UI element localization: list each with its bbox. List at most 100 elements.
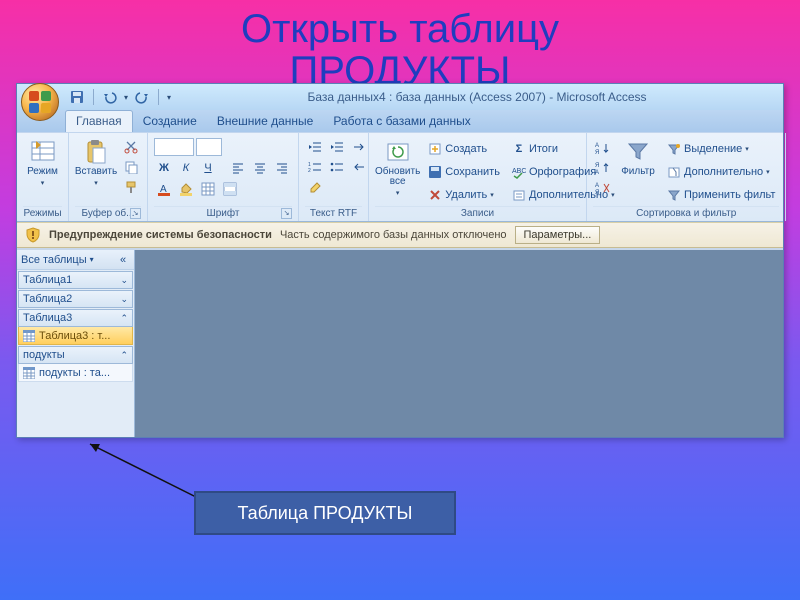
group-font: Ж К Ч A Шрифт↘ — [148, 133, 299, 221]
font-color-button[interactable]: A — [154, 180, 174, 198]
group-label-richtext: Текст RTF — [305, 206, 362, 221]
workspace: Все таблицы▾« Таблица1⌄ Таблица2⌄ Таблиц… — [17, 250, 783, 437]
undo-icon[interactable] — [102, 89, 118, 105]
filter-button[interactable]: Фильтр — [617, 135, 659, 177]
font-name-combo[interactable] — [154, 138, 194, 156]
bulleted-list-button[interactable] — [327, 158, 347, 176]
spellcheck-icon: ABC — [512, 165, 526, 179]
new-icon — [428, 142, 442, 156]
dialog-launcher-icon[interactable]: ↘ — [281, 208, 292, 219]
security-message: Часть содержимого базы данных отключено — [280, 229, 507, 241]
chevron-down-icon: ▾ — [396, 189, 400, 197]
ltr-button[interactable] — [349, 138, 369, 156]
toggle-filter-button[interactable]: Применить фильт — [663, 185, 779, 205]
numbered-list-button[interactable]: 12 — [305, 158, 325, 176]
navigation-pane: Все таблицы▾« Таблица1⌄ Таблица2⌄ Таблиц… — [17, 250, 135, 437]
tab-create[interactable]: Создание — [133, 111, 207, 132]
svg-text:А: А — [595, 143, 599, 149]
nav-category-table1[interactable]: Таблица1⌄ — [18, 271, 133, 289]
highlight-button[interactable] — [305, 178, 325, 196]
chevron-down-icon: ⌄ — [120, 294, 128, 305]
refresh-all-button[interactable]: Обновить все ▾ — [375, 135, 420, 197]
paste-icon — [83, 139, 109, 165]
gridlines-button[interactable] — [198, 180, 218, 198]
nav-item-products[interactable]: подукты : та... — [18, 364, 133, 382]
alt-row-color-button[interactable] — [220, 180, 240, 198]
svg-text:Я: Я — [595, 163, 599, 169]
access-window: ▾ ▾ База данных4 : база данных (Access 2… — [16, 83, 784, 438]
increase-indent-button[interactable] — [327, 138, 347, 156]
group-label-views: Режимы — [23, 206, 62, 221]
paste-button[interactable]: Вставить ▾ — [75, 135, 117, 187]
group-richtext: 12 Текст RTF — [299, 133, 369, 221]
svg-text:А: А — [595, 170, 599, 175]
save-icon — [428, 165, 442, 179]
save-icon[interactable] — [69, 89, 85, 105]
dialog-launcher-icon[interactable]: ↘ — [130, 208, 141, 219]
group-records: Обновить все ▾ Создать Сохранить Удалить… — [369, 133, 587, 221]
tab-external-data[interactable]: Внешние данные — [207, 111, 324, 132]
clear-sort-button[interactable]: АЯ — [593, 179, 613, 197]
selection-filter-button[interactable]: Выделение▾ — [663, 139, 779, 159]
advanced-filter-button[interactable]: Дополнительно▾ — [663, 162, 779, 182]
refresh-icon — [385, 139, 411, 165]
view-button[interactable]: Режим ▾ — [23, 135, 62, 187]
nav-category-table2[interactable]: Таблица2⌄ — [18, 290, 133, 308]
security-warning-bar: Предупреждение системы безопасности Част… — [17, 222, 783, 248]
rtl-button[interactable] — [349, 158, 369, 176]
titlebar: ▾ ▾ База данных4 : база данных (Access 2… — [17, 84, 783, 110]
bold-button[interactable]: Ж — [154, 159, 174, 177]
group-label-clipboard: Буфер об...↘ — [75, 206, 141, 221]
paste-button-label: Вставить — [75, 167, 117, 177]
security-options-button[interactable]: Параметры... — [515, 226, 601, 244]
nav-pane-header[interactable]: Все таблицы▾« — [17, 250, 134, 270]
chevron-up-icon: ⌃ — [120, 313, 128, 324]
copy-button[interactable] — [121, 158, 141, 176]
align-left-button[interactable] — [228, 159, 248, 177]
sigma-icon: Σ — [512, 142, 526, 156]
group-views: Режим ▾ Режимы — [17, 133, 69, 221]
decrease-indent-button[interactable] — [305, 138, 325, 156]
svg-text:Я: Я — [595, 190, 599, 195]
align-right-button[interactable] — [272, 159, 292, 177]
sort-asc-button[interactable]: АЯ — [593, 139, 613, 157]
fill-color-button[interactable] — [176, 180, 196, 198]
svg-text:ABC: ABC — [512, 168, 526, 175]
group-label-font: Шрифт↘ — [154, 206, 292, 221]
format-painter-button[interactable] — [121, 178, 141, 196]
table-icon — [23, 330, 35, 342]
sort-desc-button[interactable]: ЯА — [593, 159, 613, 177]
datasheet-view-icon — [30, 139, 56, 165]
delete-record-button[interactable]: Удалить▾ — [424, 185, 504, 205]
redo-icon[interactable] — [134, 89, 150, 105]
ribbon-tabs: Главная Создание Внешние данные Работа с… — [17, 110, 783, 132]
selection-icon — [667, 142, 681, 156]
window-title: База данных4 : база данных (Access 2007)… — [171, 90, 783, 104]
save-record-button[interactable]: Сохранить — [424, 162, 504, 182]
new-record-button[interactable]: Создать — [424, 139, 504, 159]
font-size-combo[interactable] — [196, 138, 222, 156]
slide-title: Открыть таблицу ПРОДУКТЫ — [0, 0, 800, 92]
italic-button[interactable]: К — [176, 159, 196, 177]
cut-button[interactable] — [121, 138, 141, 156]
nav-item-table3[interactable]: Таблица3 : т... — [18, 327, 133, 345]
undo-dropdown-icon[interactable]: ▾ — [124, 93, 128, 102]
svg-text:2: 2 — [308, 168, 311, 173]
align-center-button[interactable] — [250, 159, 270, 177]
group-clipboard: Вставить ▾ Буфер об...↘ — [69, 133, 148, 221]
collapse-pane-icon[interactable]: « — [116, 254, 130, 266]
filter-button-label: Фильтр — [621, 167, 655, 177]
tab-home[interactable]: Главная — [65, 110, 133, 132]
underline-button[interactable]: Ч — [198, 159, 218, 177]
group-sort-filter: АЯ ЯА АЯ Фильтр Выделение▾ Дополнительно… — [587, 133, 786, 221]
refresh-all-label: Обновить все — [375, 167, 420, 187]
chevron-up-icon: ⌃ — [120, 350, 128, 361]
callout-label: Таблица ПРОДУКТЫ — [194, 491, 456, 535]
nav-category-table3[interactable]: Таблица3⌃ — [18, 309, 133, 327]
advanced-filter-icon — [667, 165, 681, 179]
svg-text:Я: Я — [595, 150, 599, 155]
tab-database-tools[interactable]: Работа с базами данных — [323, 111, 480, 132]
office-button[interactable] — [21, 83, 59, 121]
nav-category-products[interactable]: подукты⌃ — [18, 346, 133, 364]
toggle-filter-icon — [667, 188, 681, 202]
